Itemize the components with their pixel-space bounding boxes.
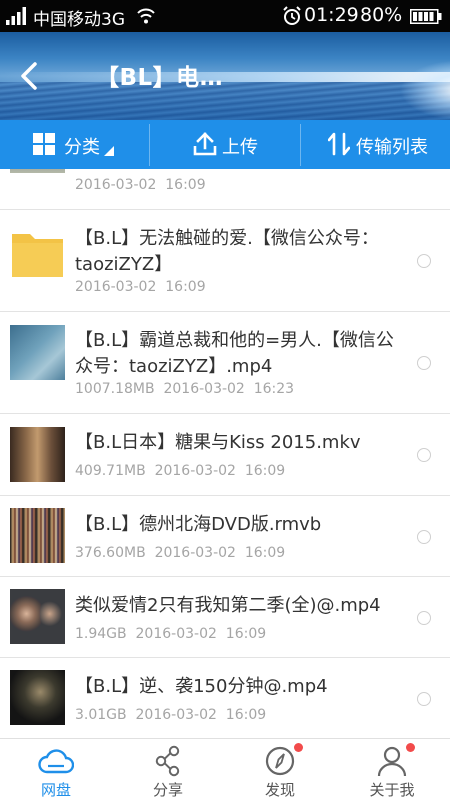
list-item[interactable]: 【B.L】逆、袭150分钟@.mp4 3.01GB 2016-03-02 16:… (0, 658, 450, 738)
compass-icon (265, 746, 295, 776)
list-item[interactable]: 【B.L】德州北海DVD版.rmvb 376.60MB 2016-03-02 1… (0, 496, 450, 577)
tab-share-label: 分享 (152, 781, 183, 799)
file-name: 【B.L】德州北海DVD版.rmvb (75, 514, 322, 535)
back-button[interactable] (14, 58, 44, 94)
video-thumbnail (10, 325, 65, 380)
tab-share[interactable]: 分享 (112, 739, 224, 800)
tab-discover[interactable]: 发现 (224, 739, 336, 800)
list-item[interactable]: 【B.L】霸道总裁和他的=男人.【微信公众号：taoziZYZ】.mp4 100… (0, 312, 450, 414)
header-sea (0, 82, 450, 120)
grid-icon (33, 133, 55, 155)
list-item[interactable]: 【B.L日本】糖果与Kiss 2015.mkv 409.71MB 2016-03… (0, 414, 450, 496)
carrier-label: 中国移动3G (33, 10, 125, 30)
discover-badge (294, 743, 303, 752)
battery-icon (410, 9, 442, 24)
share-icon (155, 745, 180, 777)
tab-discover-label: 发现 (264, 781, 295, 799)
category-label: 分类 (64, 137, 100, 158)
video-thumbnail (10, 508, 65, 563)
file-name: 类似爱情2只有我知第二季(全)@.mp4 (75, 595, 381, 616)
signal-icon (6, 7, 26, 25)
file-meta: 2016-03-02 16:09 (75, 177, 206, 193)
file-name: 【B.L日本】糖果与Kiss 2015.mkv (75, 432, 361, 453)
video-thumbnail (10, 427, 65, 482)
tab-about-me[interactable]: 关于我 (336, 739, 450, 800)
video-thumbnail (10, 169, 65, 173)
file-name: 【B.L】无法触碰的爱.【微信公众号：taoziZYZ】 (75, 228, 379, 275)
tab-about-me-label: 关于我 (369, 781, 415, 799)
file-meta: 409.71MB 2016-03-02 16:09 (75, 463, 286, 479)
header-sun-glow (400, 60, 450, 120)
select-radio[interactable] (417, 611, 431, 625)
list-item[interactable]: 2016-03-02 16:09 (0, 169, 450, 210)
transfer-arrows-icon (328, 132, 350, 156)
person-icon (377, 746, 407, 777)
file-meta: 1007.18MB 2016-03-02 16:23 (75, 381, 295, 397)
select-radio[interactable] (417, 692, 431, 706)
transfer-list-label: 传输列表 (356, 137, 428, 158)
tab-cloud-drive-label: 网盘 (40, 781, 71, 799)
about-me-badge (406, 743, 415, 752)
status-bar: 中国移动3G 01:29 80% (0, 0, 450, 32)
wifi-icon (137, 8, 155, 24)
file-meta: 2016-03-02 16:09 (75, 279, 206, 295)
list-item[interactable]: 类似爱情2只有我知第二季(全)@.mp4 1.94GB 2016-03-02 1… (0, 577, 450, 658)
transfer-list-button[interactable]: 传输列表 (301, 120, 450, 169)
select-radio[interactable] (417, 448, 431, 462)
file-meta: 3.01GB 2016-03-02 16:09 (75, 707, 267, 723)
cloud-icon (38, 749, 74, 774)
select-radio[interactable] (417, 356, 431, 370)
upload-button[interactable]: 上传 (150, 120, 300, 169)
file-name: 【B.L】霸道总裁和他的=男人.【微信公众号：taoziZYZ】.mp4 (75, 330, 394, 377)
bottom-navigation: 网盘 分享 发现 关于我 (0, 738, 450, 800)
file-meta: 1.94GB 2016-03-02 16:09 (75, 626, 267, 642)
upload-icon (193, 132, 217, 156)
upload-label: 上传 (222, 137, 258, 158)
file-list: 2016-03-02 16:09 【B.L】无法触碰的爱.【微信公众号：taoz… (0, 169, 450, 738)
video-thumbnail (10, 589, 65, 644)
file-name: 【B.L】逆、袭150分钟@.mp4 (75, 676, 328, 697)
alarm-icon (283, 6, 301, 25)
clock-time: 01:29 (304, 4, 359, 26)
category-button[interactable]: 分类 (0, 120, 149, 169)
action-toolbar: 分类 上传 传输列表 (0, 120, 450, 169)
list-item[interactable]: 【B.L】无法触碰的爱.【微信公众号：taoziZYZ】 2016-03-02 … (0, 210, 450, 312)
tab-cloud-drive[interactable]: 网盘 (0, 739, 112, 800)
battery-percent: 80% (360, 4, 403, 26)
folder-header: 【BL】电… (0, 32, 450, 120)
select-radio[interactable] (417, 254, 431, 268)
page-title: 【BL】电… (96, 65, 224, 91)
header-horizon (0, 72, 450, 82)
select-radio[interactable] (417, 530, 431, 544)
file-meta: 376.60MB 2016-03-02 16:09 (75, 545, 286, 561)
video-thumbnail (10, 670, 65, 725)
folder-icon (12, 234, 63, 277)
dropdown-triangle-icon (104, 146, 114, 156)
